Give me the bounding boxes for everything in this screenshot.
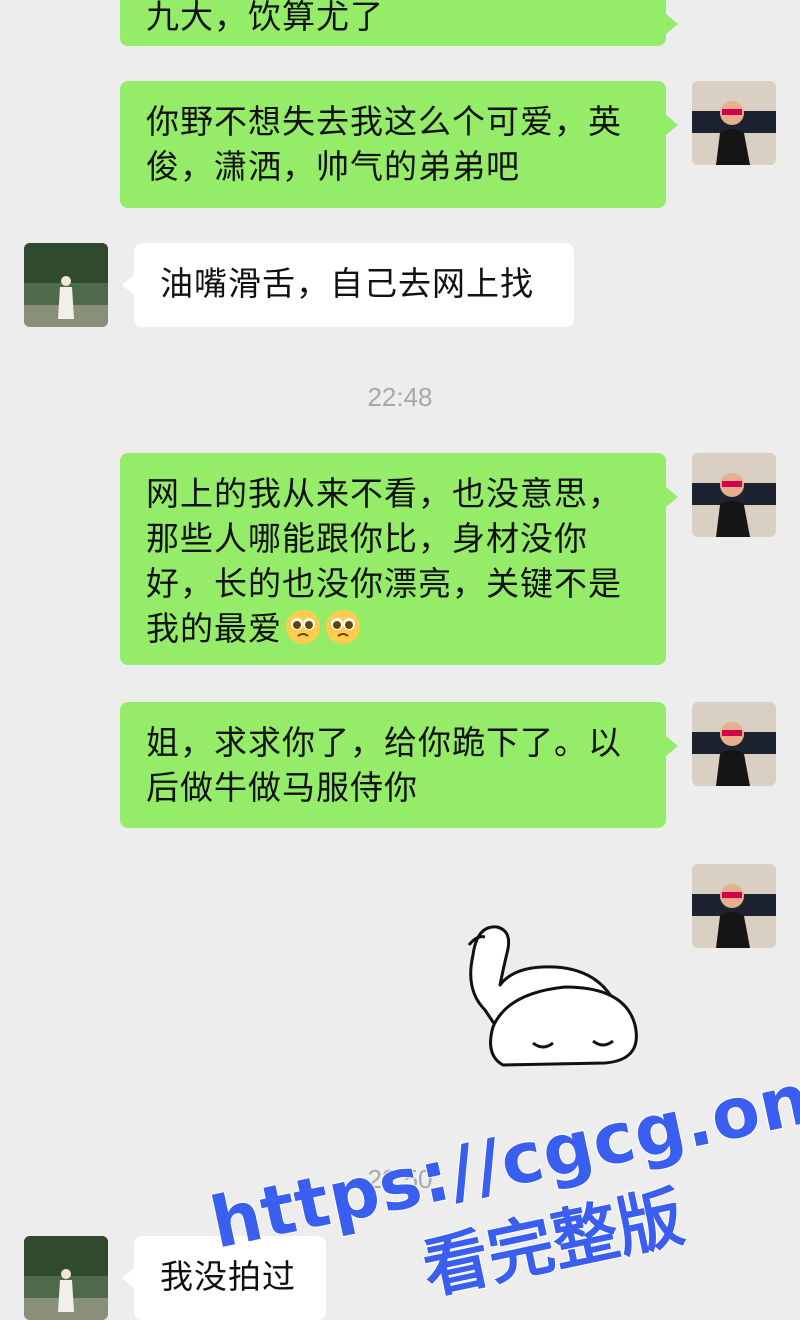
message-text: 油嘴滑舌，自己去网上找 — [160, 264, 534, 303]
message-bubble-sent[interactable]: 网上的我从来不看，也没意思，那些人哪能跟你比，身材没你好，长的也没你漂亮，关键不… — [120, 453, 678, 665]
swan-blob-sticker[interactable] — [455, 915, 650, 1070]
message-text: 九大，饮算尤了 — [146, 0, 384, 36]
message-bubble-received[interactable]: 油嘴滑舌，自己去网上找 — [122, 243, 574, 327]
timestamp: 22:48 — [367, 382, 433, 412]
chat-area[interactable]: 九大，饮算尤了 你野不想失去我这么个可爱，英俊，潇洒，帅气的弟弟吧 油嘴滑舌，自… — [0, 0, 800, 1320]
avatar-self[interactable] — [692, 453, 776, 537]
message-bubble-sent[interactable]: 九大，饮算尤了 — [120, 0, 678, 46]
message-text: 你野不想失去我这么个可爱，英俊，潇洒，帅气的弟弟吧 — [146, 102, 622, 186]
avatar-self[interactable] — [692, 702, 776, 786]
message-text: 网上的我从来不看，也没意思，那些人哪能跟你比，身材没你好，长的也没你漂亮，关键不… — [146, 474, 622, 648]
message-bubble-sent[interactable]: 姐，求求你了，给你跪下了。以后做牛做马服侍你 — [120, 702, 678, 828]
pleading-face-emoji — [324, 608, 362, 646]
avatar-contact[interactable] — [24, 243, 108, 327]
message-bubble-sent[interactable]: 你野不想失去我这么个可爱，英俊，潇洒，帅气的弟弟吧 — [120, 81, 678, 208]
avatar-self[interactable] — [692, 81, 776, 165]
avatar-self[interactable] — [692, 864, 776, 948]
avatar-contact[interactable] — [24, 1236, 108, 1320]
message-text: 姐，求求你了，给你跪下了。以后做牛做马服侍你 — [146, 723, 622, 807]
pleading-face-emoji — [284, 608, 322, 646]
